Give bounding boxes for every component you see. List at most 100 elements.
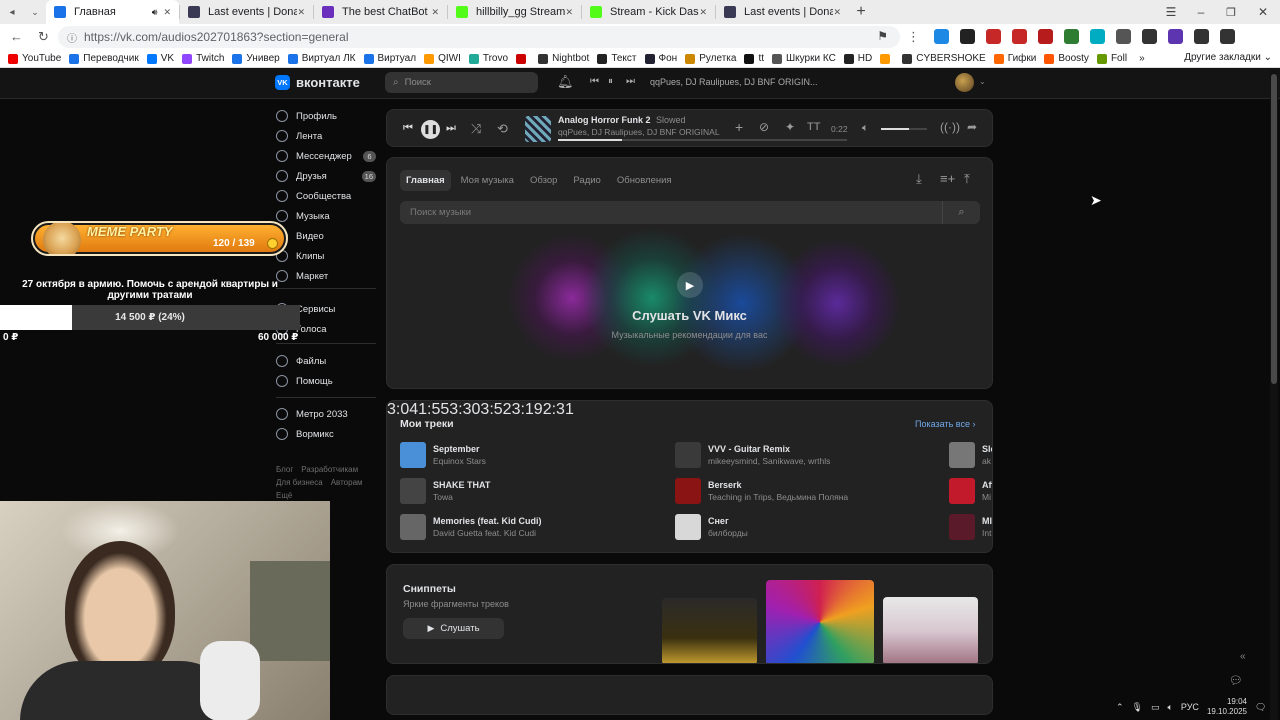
previous-track-icon[interactable]: ⏮ bbox=[403, 122, 413, 135]
footer-link[interactable]: Блог bbox=[276, 463, 293, 476]
bookmark-item[interactable]: Универ bbox=[232, 53, 280, 64]
snippets-listen-button[interactable]: ▶ Слушать bbox=[403, 618, 504, 639]
tray-network-icon[interactable]: ▭ bbox=[1151, 702, 1160, 713]
music-tab[interactable]: Моя музыка bbox=[455, 170, 520, 191]
music-search-icon[interactable]: ⌕ bbox=[942, 201, 980, 224]
new-tab-button[interactable]: + bbox=[849, 0, 873, 24]
vk-search-input[interactable]: ⌕ Поиск bbox=[385, 72, 538, 93]
browser-tab[interactable]: Last events | DonatePay✕ bbox=[716, 0, 849, 24]
track-cover[interactable] bbox=[525, 116, 551, 142]
track-row[interactable]: Aft Mi bbox=[949, 476, 992, 506]
bookmark-item[interactable]: Переводчик bbox=[69, 53, 139, 64]
track-artist[interactable]: Teaching in Trips, Ведьмина Поляна bbox=[708, 492, 848, 502]
tab-list-icon[interactable]: ☰ bbox=[1156, 5, 1186, 19]
track-name[interactable]: MI bbox=[982, 516, 992, 526]
collapse-panel-icon[interactable]: « bbox=[1240, 651, 1246, 662]
extension-icon[interactable] bbox=[1038, 29, 1053, 44]
tray-language[interactable]: РУС bbox=[1181, 702, 1199, 712]
snippet-cover-1[interactable] bbox=[662, 598, 757, 663]
vk-logo[interactable]: VK вконтакте bbox=[275, 75, 360, 90]
bookmark-item[interactable]: Фон bbox=[644, 53, 677, 64]
sidebar-item[interactable]: Друзья 16 bbox=[276, 166, 376, 186]
tab-close-icon[interactable]: ✕ bbox=[833, 7, 841, 18]
track-name[interactable]: Berserk bbox=[708, 480, 848, 490]
track-artist[interactable]: mikeeysmind, Sanikwave, wrthls bbox=[708, 456, 830, 466]
sparkle-icon[interactable]: ✦ bbox=[785, 121, 795, 134]
sidebar-item[interactable]: Помощь bbox=[276, 371, 376, 391]
player-track-title[interactable]: Analog Horror Funk 2 bbox=[558, 115, 651, 125]
header-prev-icon[interactable]: ⏮ bbox=[590, 76, 599, 87]
back-icon[interactable]: ← bbox=[10, 29, 23, 44]
music-tab[interactable]: Обзор bbox=[524, 170, 563, 191]
more-menu-icon[interactable]: ⋮ bbox=[907, 29, 920, 45]
track-artist[interactable]: David Guetta feat. Kid Cudi bbox=[433, 528, 542, 538]
vk-mix-title[interactable]: Слушать VK Микс bbox=[387, 308, 992, 323]
extension-icon[interactable] bbox=[934, 29, 949, 44]
browser-tab[interactable]: Главная 🔊︎ ✕ bbox=[46, 0, 179, 24]
reload-icon[interactable]: ↻ bbox=[38, 29, 49, 45]
track-cover[interactable] bbox=[675, 442, 701, 468]
next-track-icon[interactable]: ⏭ bbox=[446, 122, 456, 135]
extension-icon[interactable] bbox=[1012, 29, 1027, 44]
bookmark-item[interactable]: Nightbot bbox=[538, 53, 589, 64]
tab-close-icon[interactable]: ✕ bbox=[297, 7, 305, 18]
volume-slider[interactable] bbox=[881, 128, 927, 130]
bookmark-star-icon[interactable]: ⚑ bbox=[877, 29, 888, 43]
track-name[interactable]: Снег bbox=[708, 516, 748, 526]
footer-link[interactable]: Разработчикам bbox=[301, 463, 358, 476]
site-info-icon[interactable]: ⓘ bbox=[67, 30, 77, 45]
vk-mix-play-button[interactable]: ▶ bbox=[677, 272, 703, 298]
player-track-artist[interactable]: qqPues, DJ Raulipues, DJ BNF ORIGINAL bbox=[558, 127, 720, 137]
dislike-icon[interactable]: ⊘ bbox=[759, 121, 769, 134]
track-name[interactable]: Aft bbox=[982, 480, 992, 490]
extension-icon[interactable] bbox=[1168, 29, 1183, 44]
browser-tab[interactable]: Last events | DonatePay✕ bbox=[180, 0, 313, 24]
track-artist[interactable]: Towa bbox=[433, 492, 490, 502]
track-row[interactable]: Memories (feat. Kid Cudi) David Guetta fe… bbox=[400, 512, 542, 542]
track-cover[interactable] bbox=[400, 442, 426, 468]
track-row[interactable]: Berserk Teaching in Trips, Ведьмина Полян… bbox=[675, 476, 848, 506]
tray-clock[interactable]: 19:04 19.10.2025 bbox=[1207, 697, 1247, 717]
bookmark-item[interactable] bbox=[880, 53, 894, 64]
track-row[interactable]: VVV - Guitar Remix mikeeysmind, Sanikwave… bbox=[675, 440, 830, 470]
tray-volume-icon[interactable]: 🔈︎ bbox=[1168, 702, 1173, 713]
music-search-input[interactable]: Поиск музыки ⌕ bbox=[400, 201, 980, 224]
bookmark-item[interactable] bbox=[516, 53, 530, 64]
snippet-cover-3[interactable] bbox=[883, 597, 978, 663]
extension-icon[interactable] bbox=[1090, 29, 1105, 44]
track-name[interactable]: VVV - Guitar Remix bbox=[708, 444, 830, 454]
extension-icon[interactable] bbox=[1116, 29, 1131, 44]
header-pause-icon[interactable]: ⏸ bbox=[608, 76, 613, 87]
bookmark-item[interactable]: tt bbox=[744, 53, 764, 64]
track-cover[interactable] bbox=[400, 478, 426, 504]
notifications-icon[interactable]: 🗨︎ bbox=[1255, 702, 1266, 713]
track-row[interactable]: Снег билборды bbox=[675, 512, 748, 542]
extension-icon[interactable] bbox=[1142, 29, 1157, 44]
notifications-bell-icon[interactable]: 🔔︎ bbox=[557, 74, 574, 90]
music-tab[interactable]: Главная bbox=[400, 170, 451, 191]
track-artist[interactable]: Equinox Stars bbox=[433, 456, 486, 466]
chat-bubble-icon[interactable]: 💬︎ bbox=[1229, 674, 1243, 687]
upload-icon[interactable]: ⤒ bbox=[964, 172, 970, 185]
track-name[interactable]: SHAKE THAT bbox=[433, 480, 490, 490]
browser-tab[interactable]: The best ChatBot and Wid✕ bbox=[314, 0, 447, 24]
tray-chevron-icon[interactable]: ⌃ bbox=[1116, 702, 1124, 713]
tray-mic-icon[interactable]: 🎙︎ bbox=[1132, 702, 1143, 713]
bookmark-item[interactable]: CYBERSHOKE bbox=[902, 53, 986, 64]
track-row[interactable]: Sle ak bbox=[949, 440, 992, 470]
bookmark-item[interactable]: Trovo bbox=[468, 53, 508, 64]
sidebar-item[interactable]: Лента bbox=[276, 126, 376, 146]
bookmark-item[interactable]: Foll bbox=[1096, 53, 1127, 64]
tab-close-icon[interactable]: ✕ bbox=[163, 7, 171, 18]
track-artist[interactable]: билборды bbox=[708, 528, 748, 538]
sidebar-item[interactable]: Вормикс bbox=[276, 424, 376, 444]
track-artist[interactable]: Mi bbox=[982, 492, 992, 502]
maximize-button[interactable]: ❐ bbox=[1216, 6, 1246, 19]
header-next-icon[interactable]: ⏭ bbox=[626, 76, 635, 87]
sidebar-item[interactable]: Профиль bbox=[276, 106, 376, 126]
bookmark-item[interactable]: Гифки bbox=[993, 53, 1036, 64]
bookmark-item[interactable]: Boosty bbox=[1044, 53, 1089, 64]
track-row[interactable]: SHAKE THAT Towa bbox=[400, 476, 490, 506]
bookmark-item[interactable]: Рулетка bbox=[685, 53, 736, 64]
track-cover[interactable] bbox=[949, 514, 975, 540]
